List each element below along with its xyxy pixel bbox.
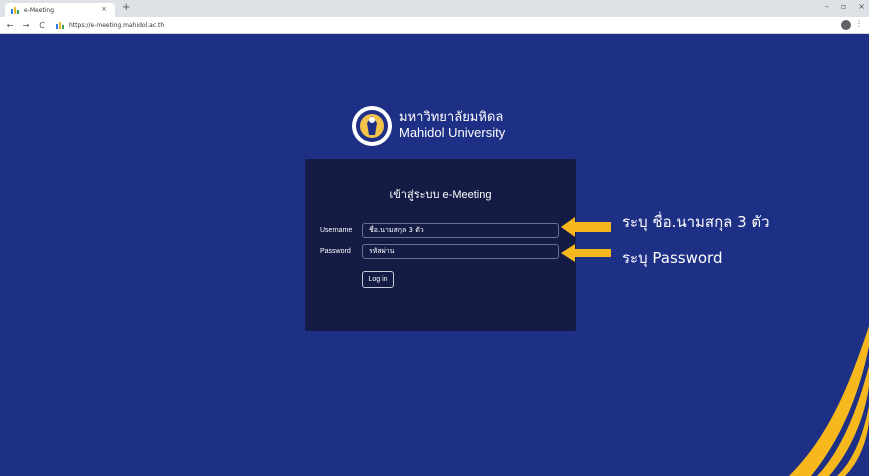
login-title: เข้าสู่ระบบ e-Meeting bbox=[389, 189, 492, 201]
logo-english-text: Mahidol University bbox=[399, 125, 506, 140]
password-note: ระบุ Password bbox=[622, 249, 723, 267]
browser-tab-bar: e-Meeting × + – ▫ × bbox=[0, 0, 869, 17]
username-input[interactable] bbox=[362, 223, 559, 238]
address-bar[interactable]: https://e-meeting.mahidol.ac.th bbox=[56, 19, 164, 31]
mahidol-favicon-icon bbox=[11, 7, 19, 14]
back-icon[interactable]: ← bbox=[6, 21, 14, 30]
new-tab-icon[interactable]: + bbox=[122, 2, 130, 14]
username-note: ระบุ ชื่อ.นามสกุล 3 ตัว bbox=[622, 213, 770, 231]
close-window-icon[interactable]: × bbox=[858, 2, 865, 11]
login-page: มหาวิทยาลัยมหิดล Mahidol University เข้า… bbox=[0, 34, 869, 476]
minimize-icon[interactable]: – bbox=[825, 2, 829, 11]
browser-tab[interactable]: e-Meeting × bbox=[5, 3, 115, 17]
restore-icon[interactable]: ▫ bbox=[841, 2, 846, 11]
menu-icon[interactable]: ⋮ bbox=[855, 19, 863, 28]
mahidol-seal-icon bbox=[352, 106, 392, 146]
username-arrow-icon bbox=[561, 217, 611, 237]
password-input[interactable] bbox=[362, 244, 559, 259]
password-label: Password bbox=[320, 248, 351, 255]
username-label: Username bbox=[320, 227, 353, 234]
logo-thai-text: มหาวิทยาลัยมหิดล bbox=[399, 110, 504, 126]
university-logo: มหาวิทยาลัยมหิดล Mahidol University bbox=[351, 105, 505, 147]
login-panel: เข้าสู่ระบบ e-Meeting Username Password … bbox=[305, 159, 576, 331]
tab-close-icon[interactable]: × bbox=[101, 5, 107, 13]
site-favicon-icon bbox=[56, 22, 64, 29]
url-text: https://e-meeting.mahidol.ac.th bbox=[69, 21, 165, 29]
browser-toolbar: ← → C https://e-meeting.mahidol.ac.th ⋮ bbox=[0, 17, 869, 34]
password-arrow-icon bbox=[561, 244, 611, 262]
profile-icon[interactable] bbox=[841, 20, 851, 30]
reload-icon[interactable]: C bbox=[38, 21, 46, 30]
tab-title: e-Meeting bbox=[24, 6, 55, 14]
login-button[interactable]: Log in bbox=[362, 271, 394, 288]
decorative-swoosh bbox=[789, 326, 869, 476]
window-controls: – ▫ × bbox=[825, 2, 865, 11]
forward-icon[interactable]: → bbox=[22, 21, 30, 30]
